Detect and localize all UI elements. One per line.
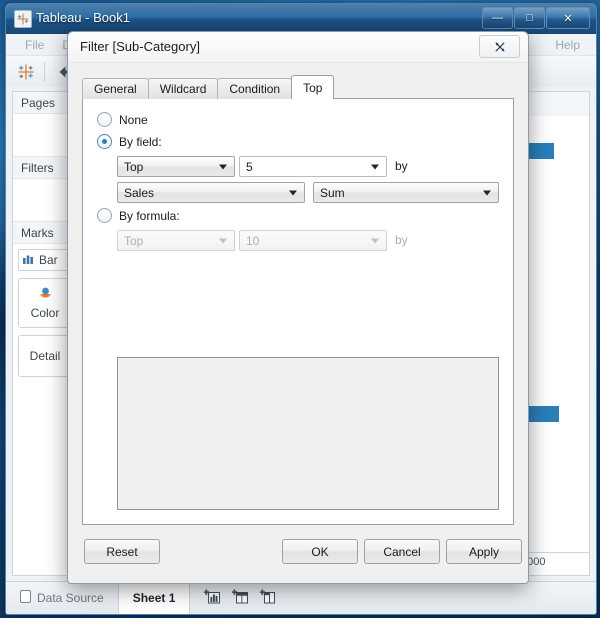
by-field-aggregation-dropdown[interactable]: Sum <box>313 182 499 203</box>
by-formula-editor[interactable] <box>117 357 499 510</box>
tab-wildcard[interactable]: Wildcard <box>148 78 219 99</box>
cancel-button[interactable]: Cancel <box>364 539 440 564</box>
by-formula-count-input[interactable]: 10 <box>239 230 387 251</box>
radio-by-formula-label: By formula: <box>119 209 180 223</box>
marks-color-button[interactable]: Color <box>18 278 72 328</box>
radio-none-indicator <box>97 112 112 127</box>
tableau-logo-icon[interactable] <box>14 60 38 84</box>
chevron-down-icon <box>371 238 379 243</box>
window-title: Tableau - Book1 <box>36 10 130 25</box>
by-formula-direction-dropdown[interactable]: Top <box>117 230 235 251</box>
new-story-icon[interactable] <box>260 589 276 607</box>
radio-by-field-indicator <box>97 134 112 149</box>
radio-by-formula-indicator <box>97 208 112 223</box>
color-palette-icon <box>37 286 54 304</box>
menu-item-help[interactable]: Help <box>555 38 580 52</box>
chevron-down-icon <box>219 238 227 243</box>
radio-none-label: None <box>119 113 148 127</box>
reset-button[interactable]: Reset <box>84 539 160 564</box>
radio-by-field-label: By field: <box>119 135 162 149</box>
sheet-tab-bar: Data Source Sheet 1 <box>6 581 596 614</box>
dialog-button-bar: Reset OK Cancel Apply <box>82 531 514 571</box>
radio-none[interactable]: None <box>97 112 148 127</box>
by-field-field-value: Sales <box>124 186 154 200</box>
sheet-action-icons <box>190 582 290 614</box>
tab-top[interactable]: Top <box>291 75 334 99</box>
tab-general[interactable]: General <box>82 78 149 99</box>
by-field-direction-dropdown[interactable]: Top <box>117 156 235 177</box>
mark-type-dropdown[interactable]: Bar <box>18 249 72 271</box>
bar-chart-icon <box>23 253 34 267</box>
radio-by-field[interactable]: By field: <box>97 134 162 149</box>
window-title-bar: Tableau - Book1 — □ ✕ <box>6 4 596 34</box>
data-source-icon <box>20 590 31 606</box>
toolbar-separator <box>44 62 45 82</box>
dialog-tab-strip: General Wildcard Condition Top <box>82 77 514 99</box>
chevron-down-icon <box>483 190 491 195</box>
dialog-title-bar: Filter [Sub-Category] <box>68 32 528 63</box>
filter-dialog: Filter [Sub-Category] General Wildcard C… <box>67 31 529 584</box>
sheet-tab-sheet1[interactable]: Sheet 1 <box>119 582 191 614</box>
marks-detail-button[interactable]: Detail <box>18 335 72 377</box>
by-field-direction-value: Top <box>124 160 143 174</box>
marks-color-label: Color <box>31 306 60 320</box>
minimize-button[interactable]: — <box>482 7 513 29</box>
chevron-down-icon <box>289 190 297 195</box>
by-field-count-input[interactable]: 5 <box>239 156 387 177</box>
new-worksheet-icon[interactable] <box>204 589 220 607</box>
by-formula-direction-value: Top <box>124 234 143 248</box>
maximize-button[interactable]: □ <box>514 7 545 29</box>
by-field-count-value: 5 <box>246 160 253 174</box>
radio-by-formula[interactable]: By formula: <box>97 208 180 223</box>
mark-type-label: Bar <box>39 253 58 267</box>
data-source-label: Data Source <box>37 591 104 605</box>
window-controls: — □ ✕ <box>482 7 590 29</box>
tableau-logo-icon <box>14 10 32 28</box>
marks-detail-label: Detail <box>30 349 61 363</box>
by-field-by-label: by <box>395 159 408 173</box>
dialog-title: Filter [Sub-Category] <box>80 39 200 54</box>
ok-button[interactable]: OK <box>282 539 358 564</box>
sheet-tab-label: Sheet 1 <box>133 591 176 605</box>
dialog-content: General Wildcard Condition Top None By f… <box>82 62 514 571</box>
chevron-down-icon <box>219 164 227 169</box>
close-button[interactable]: ✕ <box>546 7 590 29</box>
tab-condition[interactable]: Condition <box>217 78 292 99</box>
new-dashboard-icon[interactable] <box>232 589 248 607</box>
chevron-down-icon <box>371 164 379 169</box>
by-field-field-dropdown[interactable]: Sales <box>117 182 305 203</box>
by-formula-count-value: 10 <box>246 234 259 248</box>
top-tab-panel: None By field: Top 5 by Sales Sum <box>82 98 514 525</box>
close-icon[interactable] <box>479 35 520 58</box>
apply-button[interactable]: Apply <box>446 539 522 564</box>
menu-item-file[interactable]: File <box>16 36 53 54</box>
data-source-tab[interactable]: Data Source <box>6 582 119 614</box>
by-field-aggregation-value: Sum <box>320 186 345 200</box>
by-formula-by-label: by <box>395 233 408 247</box>
